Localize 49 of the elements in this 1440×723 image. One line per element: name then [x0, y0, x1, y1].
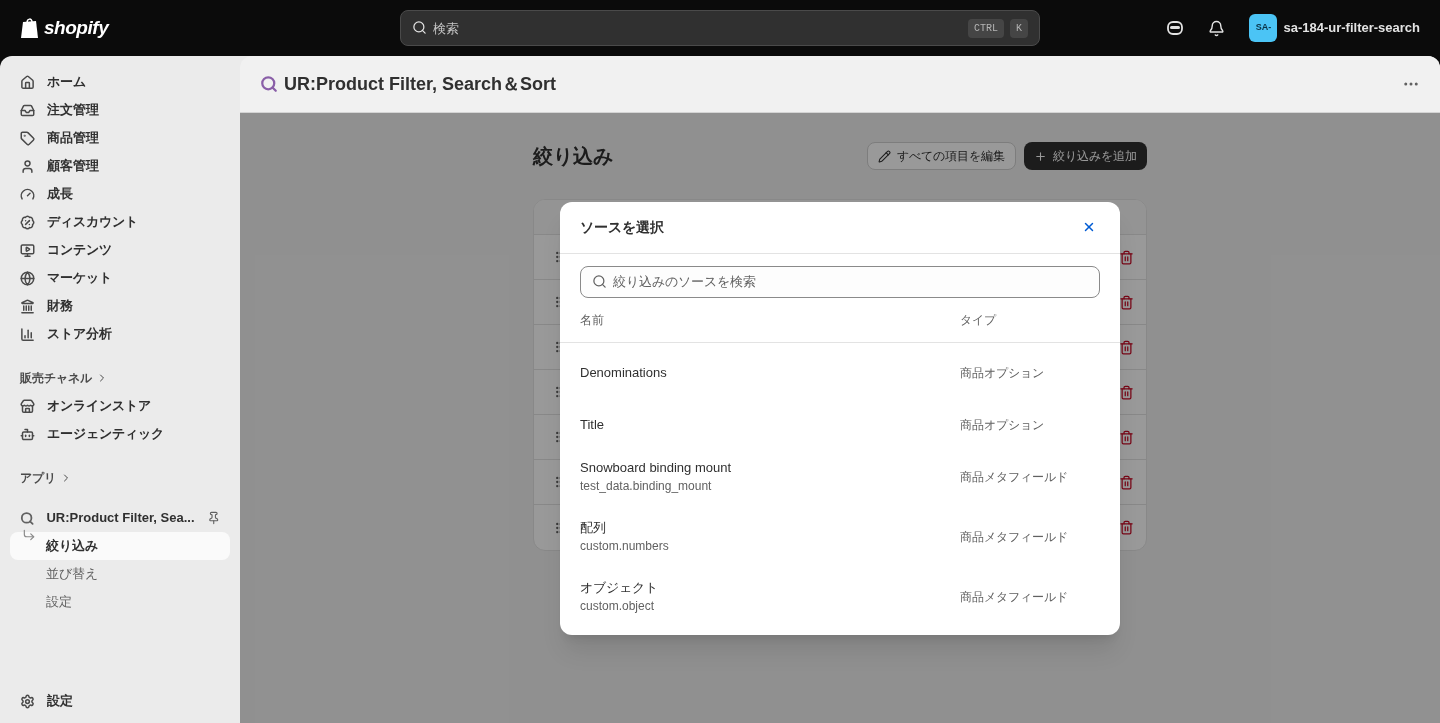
nav-item[interactable]: 商品管理: [10, 124, 230, 152]
source-type: 商品メタフィールド: [960, 528, 1068, 546]
source-key: test_data.binding_mount: [580, 477, 960, 496]
sub-nav-item[interactable]: 絞り込み: [10, 532, 230, 560]
source-name: Denominations: [580, 363, 668, 382]
nav-item[interactable]: ディスカウント: [10, 208, 230, 236]
sub-nav-item[interactable]: 設定: [10, 588, 230, 616]
key-label: CTRL: [967, 19, 1004, 38]
source-type: 商品オプション: [960, 416, 1044, 434]
nav-item[interactable]: オンラインストア: [10, 392, 230, 420]
column-header: 名前: [580, 311, 605, 329]
store-name[interactable]: sa-184-ur-filter-search: [1283, 18, 1420, 38]
section-heading[interactable]: アプリ: [10, 464, 230, 492]
nav-item[interactable]: ストア分析: [10, 320, 230, 348]
source-row[interactable]: オブジェクト custom.object 商品メタフィールド: [560, 566, 1120, 627]
source-name: オブジェクト: [580, 578, 659, 597]
add-filter-button[interactable]: 絞り込みを追加: [1024, 142, 1147, 170]
nav-item[interactable]: マーケット: [10, 264, 230, 292]
app-title: UR:Product Filter, Search＆Sort: [284, 72, 558, 96]
source-name: Snowboard binding mount: [580, 458, 733, 477]
source-type: 商品オプション: [960, 364, 1044, 382]
logo[interactable]: shopify: [44, 13, 109, 43]
nav-item[interactable]: 成長: [10, 180, 230, 208]
source-row[interactable]: Snowboard binding mount test_data.binding_mount 商品メタフィールド: [560, 446, 1120, 507]
page-heading: 絞り込み: [533, 144, 614, 169]
source-key: custom.object: [580, 597, 960, 616]
source-name: Title: [580, 415, 606, 434]
nav-item[interactable]: 顧客管理: [10, 152, 230, 180]
app-name[interactable]: UR:Product Filter, Sea...: [46, 508, 195, 528]
section-heading[interactable]: 販売チャネル: [10, 364, 230, 392]
nav-item[interactable]: ホーム: [10, 68, 230, 96]
nav-item[interactable]: 財務: [10, 292, 230, 320]
dialog-title: ソースを選択: [580, 217, 665, 237]
source-type: 商品メタフィールド: [960, 468, 1068, 486]
settings-item[interactable]: 設定: [10, 687, 230, 715]
source-search-field[interactable]: 絞り込みのソースを検索: [580, 265, 1100, 298]
source-key: custom.numbers: [580, 537, 960, 556]
column-header: タイプ: [960, 311, 996, 329]
source-name: 配列: [580, 518, 607, 537]
source-type: 商品メタフィールド: [960, 588, 1068, 606]
source-row[interactable]: Title 商品オプション: [560, 402, 1120, 447]
edit-all-button[interactable]: すべての項目を編集: [867, 142, 1016, 170]
store-avatar[interactable]: SA-: [1249, 14, 1278, 42]
nav-item[interactable]: コンテンツ: [10, 236, 230, 264]
nav-item[interactable]: 注文管理: [10, 96, 230, 124]
source-row[interactable]: 配列 custom.numbers 商品メタフィールド: [560, 506, 1120, 567]
nav-item[interactable]: エージェンティック: [10, 420, 230, 448]
sub-nav-item[interactable]: 並び替え: [10, 560, 230, 588]
source-row[interactable]: Denominations 商品オプション: [560, 342, 1120, 403]
